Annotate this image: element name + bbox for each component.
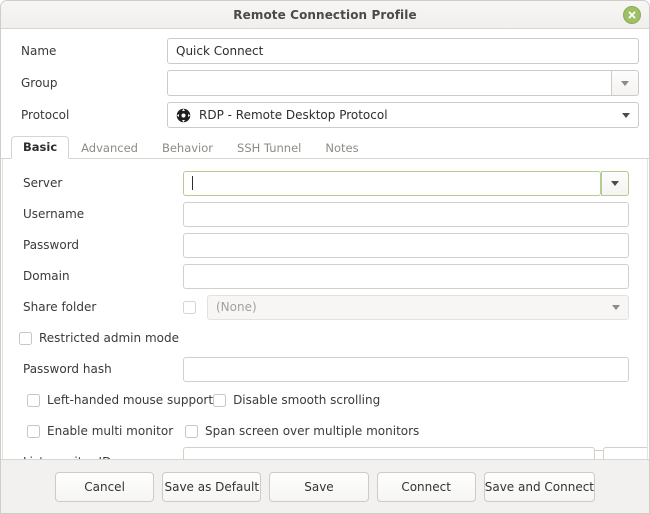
row-monitor-options: Enable multi monitor Span screen over mu… xyxy=(13,417,629,445)
clipped-next-row xyxy=(13,447,647,459)
server-label: Server xyxy=(23,176,63,190)
left-handed-mouse-checkbox[interactable]: Left-handed mouse support xyxy=(27,393,213,407)
tab-bar: Basic Advanced Behavior SSH Tunnel Notes xyxy=(1,135,649,159)
checkbox-box xyxy=(19,331,32,345)
row-password: Password xyxy=(13,231,629,259)
chevron-down-icon xyxy=(611,180,619,186)
name-input[interactable]: Quick Connect xyxy=(167,38,639,64)
group-combobox[interactable] xyxy=(167,70,639,96)
enable-multi-monitor-label: Enable multi monitor xyxy=(47,424,174,438)
tab-behavior[interactable]: Behavior xyxy=(150,137,225,159)
chevron-down-icon xyxy=(612,304,620,310)
rdp-protocol-icon xyxy=(176,108,192,123)
row-group: Group xyxy=(11,69,639,97)
save-and-connect-button[interactable]: Save and Connect xyxy=(483,471,596,502)
checkbox-box xyxy=(185,424,198,438)
checkbox-box xyxy=(27,393,40,407)
row-restricted-admin: Restricted admin mode xyxy=(13,324,629,352)
row-username: Username xyxy=(13,200,629,228)
name-label: Name xyxy=(21,44,57,58)
domain-input[interactable] xyxy=(183,263,629,289)
tab-basic[interactable]: Basic xyxy=(11,136,70,159)
title-bar: Remote Connection Profile xyxy=(1,1,649,29)
group-dropdown-button[interactable] xyxy=(611,70,639,96)
username-label: Username xyxy=(23,207,85,221)
chevron-down-icon xyxy=(621,80,629,86)
basic-tab-panel: Server Username Password Domain Share fo… xyxy=(2,159,648,459)
share-folder-select[interactable]: (None) xyxy=(207,294,629,320)
close-icon[interactable] xyxy=(623,6,641,24)
share-folder-value: (None) xyxy=(216,300,257,314)
row-server: Server xyxy=(13,169,629,197)
username-input[interactable] xyxy=(183,201,629,227)
password-input[interactable] xyxy=(183,232,629,258)
profile-header-form: Name Quick Connect Group Protocol RDP - … xyxy=(1,29,649,135)
window-title: Remote Connection Profile xyxy=(233,7,417,22)
row-name: Name Quick Connect xyxy=(11,37,639,65)
domain-label: Domain xyxy=(23,269,70,283)
disable-smooth-scrolling-label: Disable smooth scrolling xyxy=(233,393,381,407)
password-label: Password xyxy=(23,238,80,252)
span-screen-label: Span screen over multiple monitors xyxy=(205,424,420,438)
share-folder-checkbox[interactable] xyxy=(183,300,196,314)
save-button[interactable]: Save xyxy=(269,471,369,502)
protocol-label: Protocol xyxy=(21,108,70,122)
protocol-value: RDP - Remote Desktop Protocol xyxy=(199,108,388,122)
row-domain: Domain xyxy=(13,262,629,290)
enable-multi-monitor-checkbox[interactable]: Enable multi monitor xyxy=(27,424,185,438)
protocol-select[interactable]: RDP - Remote Desktop Protocol xyxy=(167,102,639,128)
remote-connection-profile-dialog: Remote Connection Profile Name Quick Con… xyxy=(0,0,650,514)
dialog-button-bar: Cancel Save as Default Save Connect Save… xyxy=(1,459,649,513)
row-share-folder: Share folder (None) xyxy=(13,293,629,321)
server-combobox[interactable] xyxy=(183,170,629,196)
server-dropdown-button[interactable] xyxy=(601,170,629,196)
share-folder-label: Share folder xyxy=(23,300,97,314)
chevron-down-icon xyxy=(622,112,630,118)
row-protocol: Protocol RDP - Remote Desktop Protocol xyxy=(11,101,639,129)
cancel-button[interactable]: Cancel xyxy=(54,471,155,502)
password-hash-label: Password hash xyxy=(23,362,112,376)
connect-button[interactable]: Connect xyxy=(376,471,476,502)
group-input[interactable] xyxy=(167,70,611,96)
password-hash-input[interactable] xyxy=(183,356,629,382)
restricted-admin-mode-checkbox[interactable]: Restricted admin mode xyxy=(19,331,179,345)
save-as-default-button[interactable]: Save as Default xyxy=(162,471,262,502)
span-screen-checkbox[interactable]: Span screen over multiple monitors xyxy=(185,424,419,438)
row-password-hash: Password hash xyxy=(13,355,629,383)
checkbox-box xyxy=(27,424,40,438)
disable-smooth-scrolling-checkbox[interactable]: Disable smooth scrolling xyxy=(213,393,380,407)
checkbox-box xyxy=(213,393,227,407)
server-input[interactable] xyxy=(183,170,601,196)
clipped-field xyxy=(183,447,595,459)
tab-notes[interactable]: Notes xyxy=(313,137,370,159)
restricted-admin-mode-label: Restricted admin mode xyxy=(39,331,179,345)
left-handed-mouse-label: Left-handed mouse support xyxy=(47,393,214,407)
clipped-button xyxy=(603,447,647,459)
tab-advanced[interactable]: Advanced xyxy=(69,137,150,159)
text-cursor xyxy=(192,176,193,190)
tab-ssh-tunnel[interactable]: SSH Tunnel xyxy=(225,137,313,159)
row-mouse-scroll-options: Left-handed mouse support Disable smooth… xyxy=(13,386,629,414)
group-label: Group xyxy=(21,76,58,90)
